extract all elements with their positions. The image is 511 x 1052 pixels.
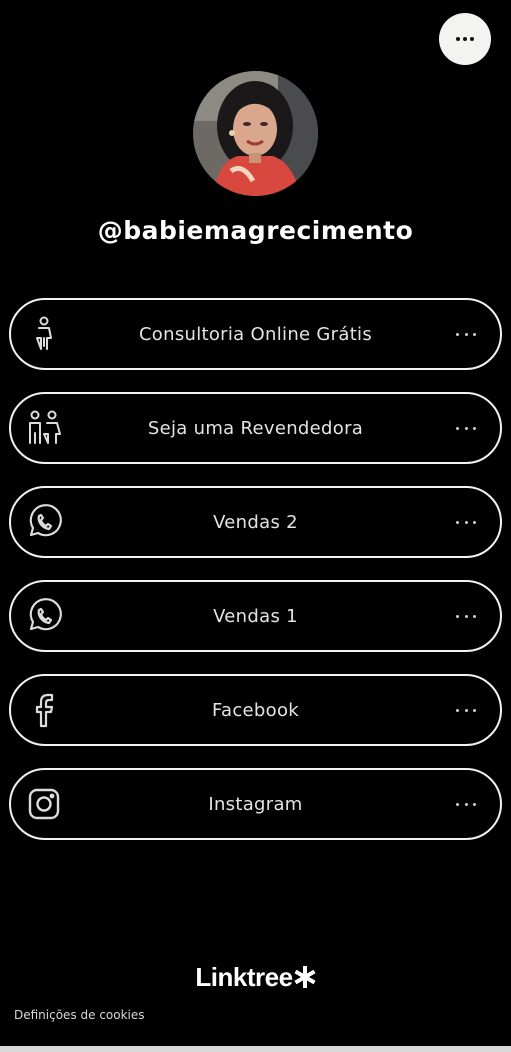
- link-label: Consultoria Online Grátis: [138, 323, 373, 345]
- instagram-icon: [26, 786, 62, 822]
- link-more-options[interactable]: [456, 613, 476, 619]
- link-label: Vendas 1: [213, 605, 298, 627]
- whatsapp-icon: [26, 504, 62, 540]
- person-icon: [26, 316, 62, 352]
- brand-name: Linktree: [195, 962, 293, 992]
- link-label: Instagram: [208, 793, 303, 815]
- facebook-icon: [26, 692, 62, 728]
- link-instagram[interactable]: Instagram: [9, 768, 502, 840]
- link-facebook[interactable]: Facebook: [9, 674, 502, 746]
- linktree-logo[interactable]: Linktree: [0, 962, 511, 993]
- people-icon: [26, 410, 62, 446]
- avatar: [193, 71, 318, 196]
- profile-username: @babiemagrecimento: [97, 216, 414, 245]
- whatsapp-icon: [26, 598, 62, 634]
- link-revendedora[interactable]: Seja uma Revendedora: [9, 392, 502, 464]
- link-label: Vendas 2: [213, 511, 298, 533]
- link-more-options[interactable]: [456, 707, 476, 713]
- link-consultoria[interactable]: Consultoria Online Grátis: [9, 298, 502, 370]
- link-more-options[interactable]: [456, 331, 476, 337]
- asterisk-icon: [294, 966, 316, 988]
- link-list: Consultoria Online Grátis Seja uma Reven…: [9, 298, 502, 862]
- bottom-bar: [0, 1046, 511, 1052]
- more-horizontal-icon: [456, 37, 474, 41]
- link-more-options[interactable]: [456, 801, 476, 807]
- link-label: Seja uma Revendedora: [147, 417, 364, 439]
- link-more-options[interactable]: [456, 519, 476, 525]
- menu-button[interactable]: [439, 13, 491, 65]
- link-vendas-1[interactable]: Vendas 1: [9, 580, 502, 652]
- link-vendas-2[interactable]: Vendas 2: [9, 486, 502, 558]
- cookie-settings-link[interactable]: Definições de cookies: [14, 1008, 145, 1022]
- link-more-options[interactable]: [456, 425, 476, 431]
- link-label: Facebook: [212, 699, 299, 721]
